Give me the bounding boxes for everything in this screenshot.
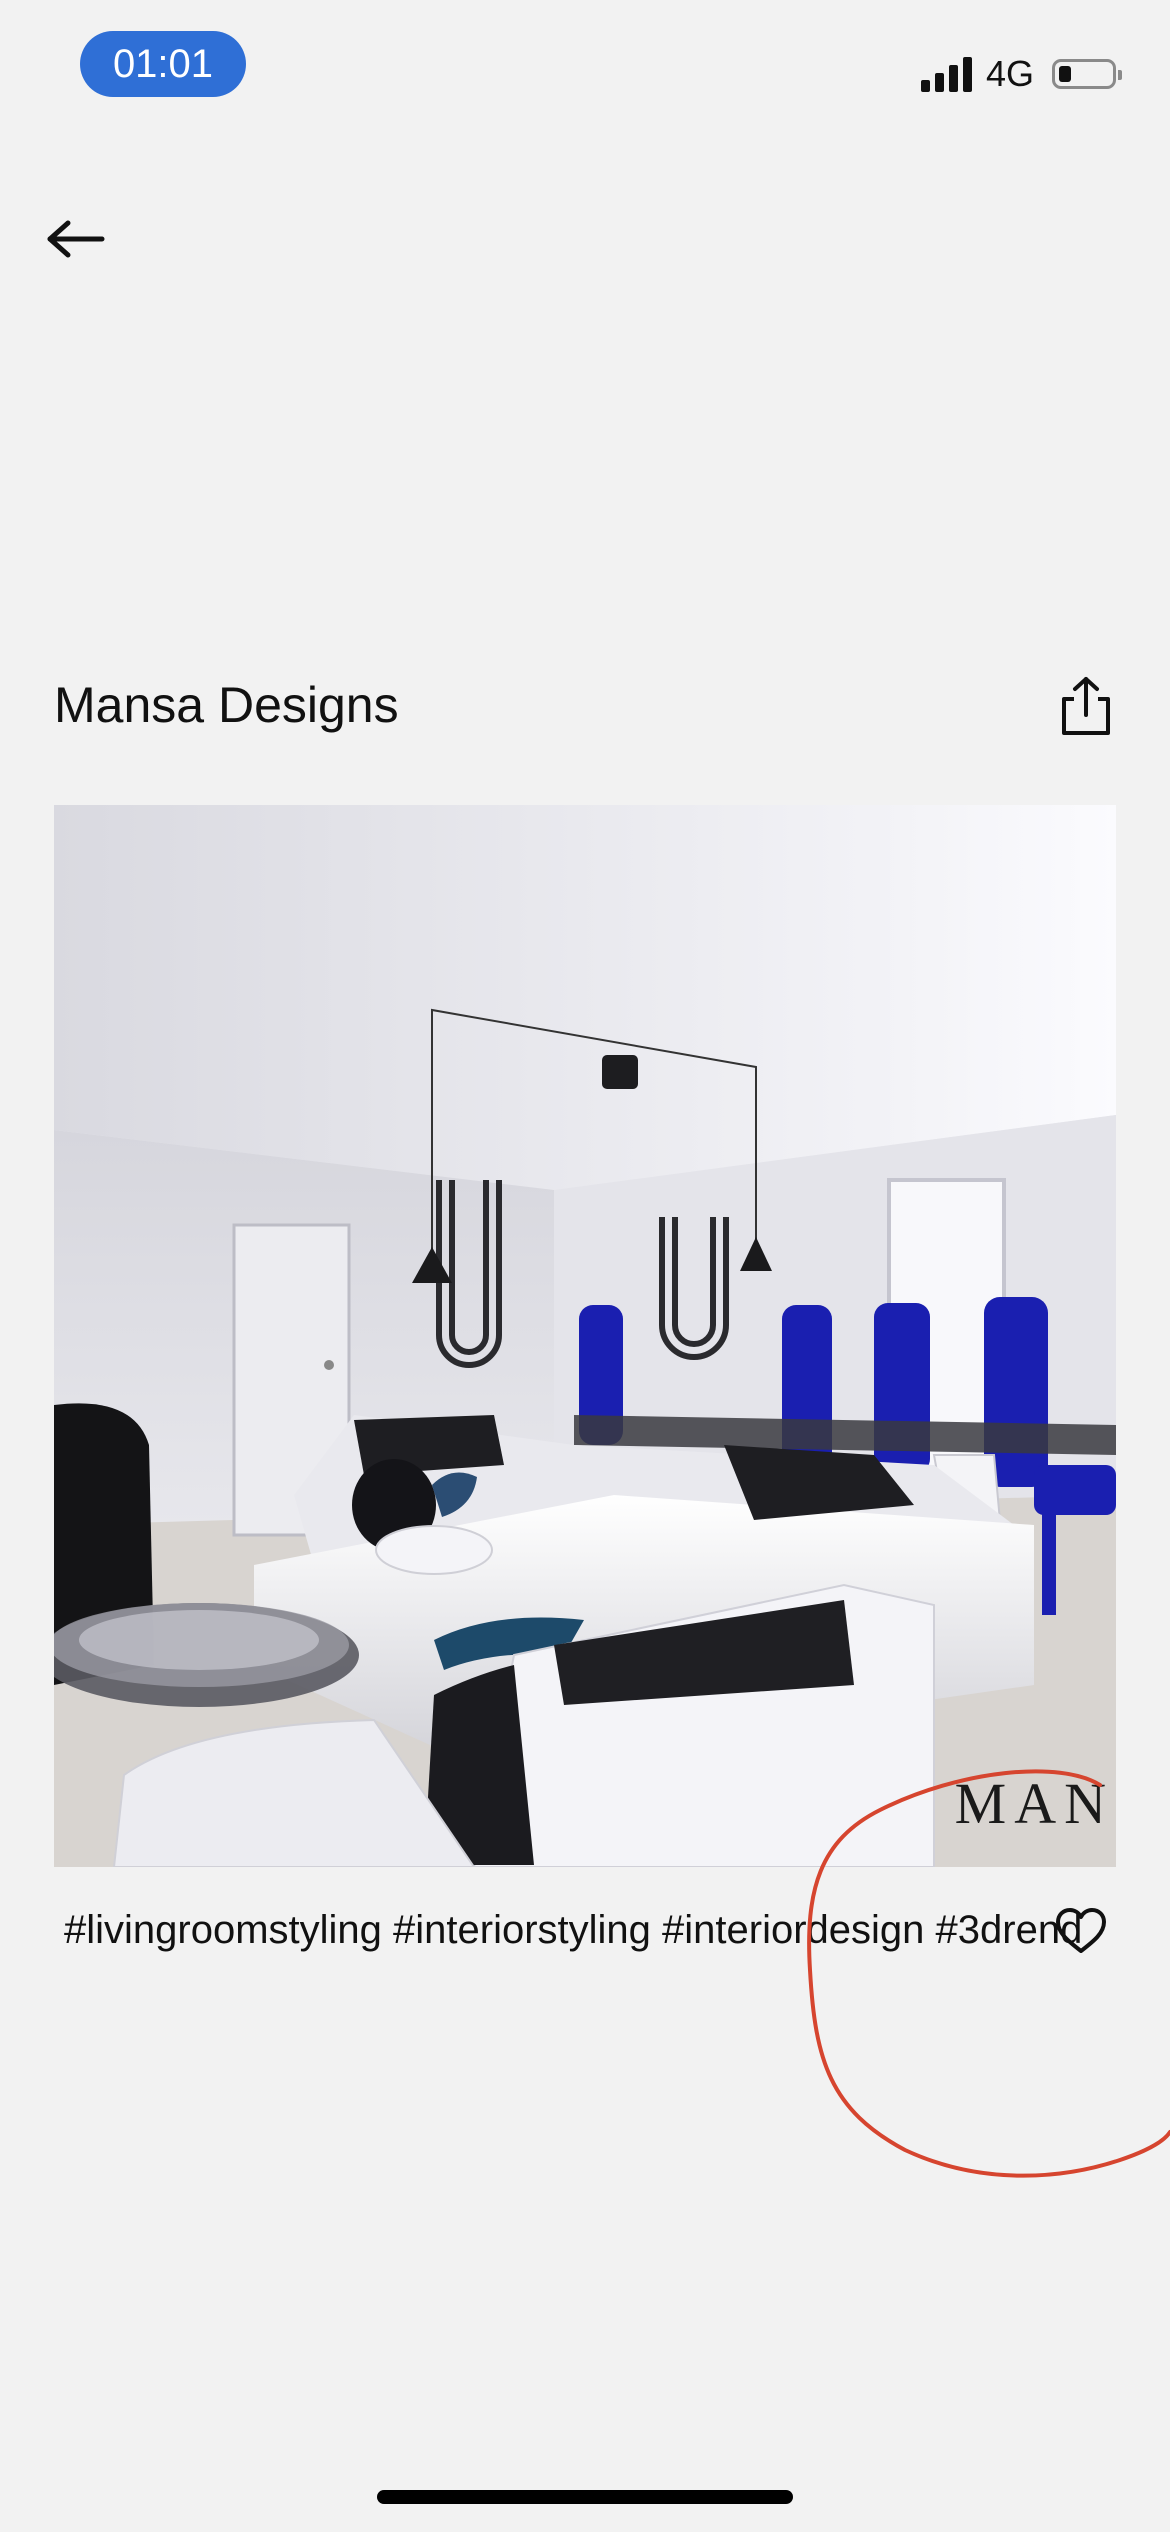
arrow-left-icon	[47, 220, 105, 258]
page-title: Mansa Designs	[54, 677, 399, 733]
living-room-render	[54, 805, 1116, 1867]
share-icon	[1062, 677, 1110, 735]
post-caption: #livingroomstyling #interiorstyling #int…	[64, 1908, 1083, 1952]
network-type: 4G	[985, 53, 1034, 94]
back-button[interactable]	[40, 206, 110, 272]
image-watermark: MAN	[954, 1771, 1114, 1836]
signal-icon	[920, 56, 972, 92]
heart-outline-icon	[1056, 1908, 1106, 1953]
home-indicator[interactable]	[377, 2490, 793, 2504]
battery-icon	[1052, 59, 1122, 89]
like-button[interactable]	[1052, 1903, 1110, 1959]
post-image[interactable]: MAN	[54, 805, 1116, 1867]
status-time: 01:01	[80, 31, 246, 97]
status-indicators: 4G	[920, 48, 1122, 100]
share-button[interactable]	[1050, 668, 1122, 744]
